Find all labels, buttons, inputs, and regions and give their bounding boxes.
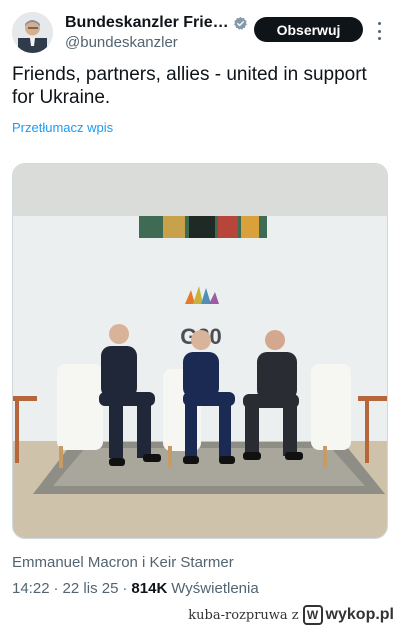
post-media-photo[interactable]: G20: [12, 163, 388, 539]
post-meta: 14:22 · 22 lis 25 · 814K Wyświetlenia: [12, 580, 259, 597]
watermark-separator: z: [291, 607, 299, 623]
watermark-site: wykop.pl: [325, 606, 394, 623]
author-name[interactable]: Bundeskanzler Frie…: [65, 14, 229, 32]
meta-separator: ·: [53, 580, 59, 597]
post-header: Bundeskanzler Frie… @bundeskanzler Obser…: [12, 12, 388, 56]
translate-link[interactable]: Przetłumacz wpis: [12, 120, 113, 135]
author-name-row: Bundeskanzler Frie…: [65, 14, 248, 32]
verified-badge-icon: [233, 16, 247, 30]
post-text: Friends, partners, allies - united in su…: [12, 64, 367, 108]
photo-leaders-meeting: G20: [13, 164, 387, 538]
meta-separator: ·: [122, 580, 128, 597]
post-date[interactable]: 22 lis 25: [63, 580, 119, 597]
author-avatar[interactable]: [12, 12, 53, 53]
follow-button[interactable]: Obserwuj: [254, 17, 363, 42]
wykop-logo-icon: W: [302, 605, 323, 625]
author-handle[interactable]: @bundeskanzler: [65, 34, 178, 51]
post-time[interactable]: 14:22: [12, 580, 50, 597]
views-label: Wyświetlenia: [171, 580, 259, 597]
more-options-icon[interactable]: [373, 22, 385, 40]
media-caption[interactable]: Emmanuel Macron i Keir Starmer: [12, 554, 234, 571]
watermark-user: kuba-rozpruwa: [188, 607, 288, 623]
watermark: kuba-rozpruwa z W wykop.pl: [188, 605, 394, 625]
wykop-logo: W wykop.pl: [302, 605, 394, 625]
avatar-image: [12, 12, 53, 53]
views-count: 814K: [131, 580, 168, 597]
